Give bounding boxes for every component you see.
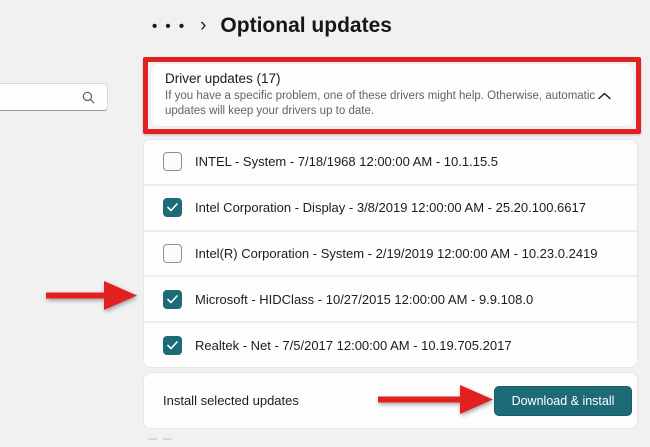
driver-update-row: Realtek - Net - 7/5/2017 12:00:00 AM - 1… xyxy=(144,321,637,367)
driver-update-checkbox[interactable] xyxy=(163,152,182,171)
breadcrumb-ellipsis[interactable]: • • • xyxy=(152,17,186,34)
page-title: Optional updates xyxy=(220,15,392,36)
driver-update-row: Intel(R) Corporation - System - 2/19/201… xyxy=(144,230,637,276)
chevron-up-icon[interactable] xyxy=(598,87,611,105)
driver-update-row: Microsoft - HIDClass - 10/27/2015 12:00:… xyxy=(144,275,637,321)
driver-update-label: Realtek - Net - 7/5/2017 12:00:00 AM - 1… xyxy=(195,338,512,353)
partial-next-section xyxy=(148,438,182,442)
driver-updates-title: Driver updates (17) xyxy=(165,71,598,86)
driver-update-row: Intel Corporation - Display - 3/8/2019 1… xyxy=(144,184,637,230)
driver-update-label: Intel(R) Corporation - System - 2/19/201… xyxy=(195,246,598,261)
driver-update-checkbox[interactable] xyxy=(163,198,182,217)
driver-update-checkbox[interactable] xyxy=(163,244,182,263)
breadcrumb-separator-icon: › xyxy=(200,16,206,35)
driver-update-label: Microsoft - HIDClass - 10/27/2015 12:00:… xyxy=(195,292,533,307)
driver-update-checkbox[interactable] xyxy=(163,290,182,309)
checkmark-icon xyxy=(167,295,178,304)
breadcrumb: • • • › Optional updates xyxy=(152,8,392,42)
driver-updates-list: INTEL - System - 7/18/1968 12:00:00 AM -… xyxy=(143,139,638,368)
driver-update-label: INTEL - System - 7/18/1968 12:00:00 AM -… xyxy=(195,154,498,169)
checkmark-icon xyxy=(167,341,178,350)
search-icon xyxy=(82,91,95,104)
driver-update-label: Intel Corporation - Display - 3/8/2019 1… xyxy=(195,200,586,215)
driver-updates-expander[interactable]: Driver updates (17) If you have a specif… xyxy=(150,63,634,127)
driver-updates-description: If you have a specific problem, one of t… xyxy=(165,89,598,119)
install-selected-label: Install selected updates xyxy=(163,393,299,408)
driver-update-checkbox[interactable] xyxy=(163,336,182,355)
annotation-arrow-hidclass xyxy=(46,280,138,311)
checkmark-icon xyxy=(167,203,178,212)
download-install-button[interactable]: Download & install xyxy=(494,386,632,416)
driver-update-row: INTEL - System - 7/18/1968 12:00:00 AM -… xyxy=(144,140,637,184)
install-bar: Install selected updates Download & inst… xyxy=(143,372,638,429)
search-input[interactable] xyxy=(0,83,108,111)
